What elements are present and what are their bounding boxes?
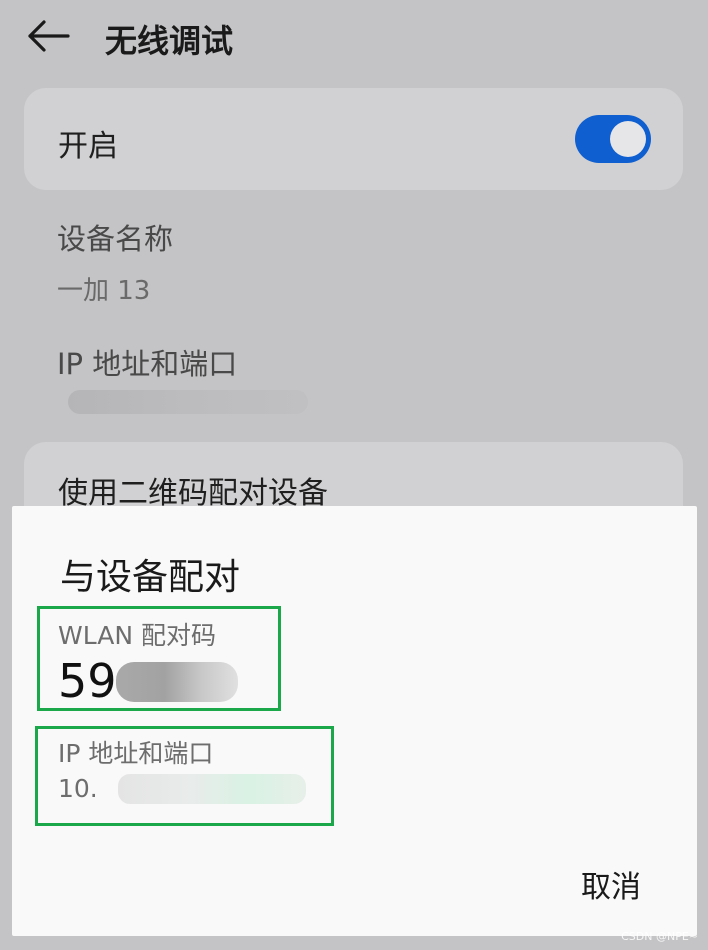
wlan-code-redacted <box>116 662 238 702</box>
ip-address-redacted <box>68 390 308 414</box>
device-name-value: 一加 13 <box>57 276 151 306</box>
arrow-left-icon[interactable] <box>24 18 72 54</box>
header-bar: 无线调试 <box>0 0 708 80</box>
wlan-code-value: 59 <box>58 654 117 708</box>
ip-address-item[interactable]: IP 地址和端口 <box>57 341 237 383</box>
pair-dialog: 与设备配对 WLAN 配对码 59 IP 地址和端口 10. 取消 <box>12 506 697 936</box>
dialog-title: 与设备配对 <box>60 557 241 598</box>
enable-toggle-card[interactable]: 开启 <box>24 88 683 190</box>
watermark-text: CSDN @NPE~ <box>621 930 698 943</box>
ip-address-title: IP 地址和端口 <box>57 347 238 381</box>
page-title: 无线调试 <box>105 22 234 60</box>
cancel-button[interactable]: 取消 <box>581 862 641 906</box>
enable-switch[interactable] <box>575 115 651 163</box>
dialog-ip-value: 10. <box>58 774 98 803</box>
dialog-ip-redacted <box>118 774 306 804</box>
device-name-title: 设备名称 <box>57 222 174 256</box>
enable-label: 开启 <box>58 129 118 164</box>
switch-knob <box>610 121 646 157</box>
device-name-item[interactable]: 设备名称 一加 13 <box>57 216 173 307</box>
dialog-ip-label: IP 地址和端口 <box>58 739 214 768</box>
wlan-code-label: WLAN 配对码 <box>58 621 216 650</box>
